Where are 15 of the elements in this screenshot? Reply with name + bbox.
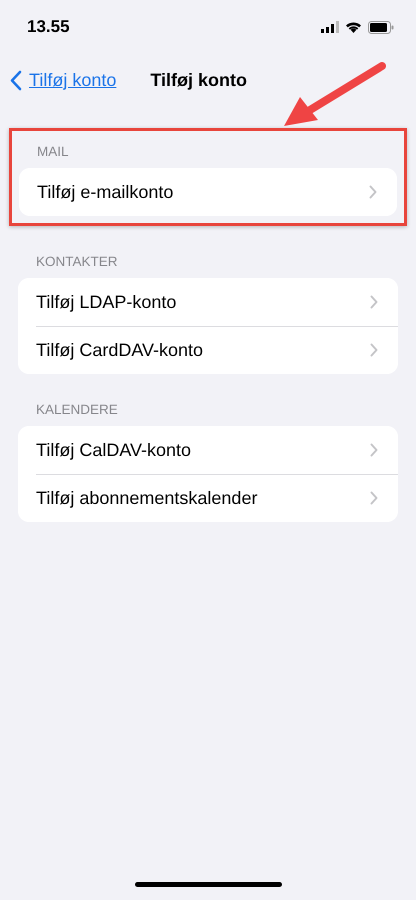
status-time: 13.55: [27, 17, 70, 37]
back-link[interactable]: Tilføj konto: [29, 70, 116, 90]
signal-icon: [321, 21, 339, 33]
chevron-icon: [370, 491, 378, 505]
chevron-icon: [370, 443, 378, 457]
chevron-icon: [369, 185, 377, 199]
back-chevron-icon[interactable]: [10, 70, 22, 90]
screen-title: Tilføj konto: [150, 70, 248, 90]
section-header: KALENDERE: [35, 401, 119, 419]
wifi-icon: [345, 21, 362, 33]
chevron-icon: [370, 295, 378, 309]
section-header: KONTAKTER: [35, 253, 119, 271]
battery-icon: [368, 20, 394, 34]
section-header: MAIL: [36, 143, 70, 161]
chevron-icon: [370, 343, 378, 357]
